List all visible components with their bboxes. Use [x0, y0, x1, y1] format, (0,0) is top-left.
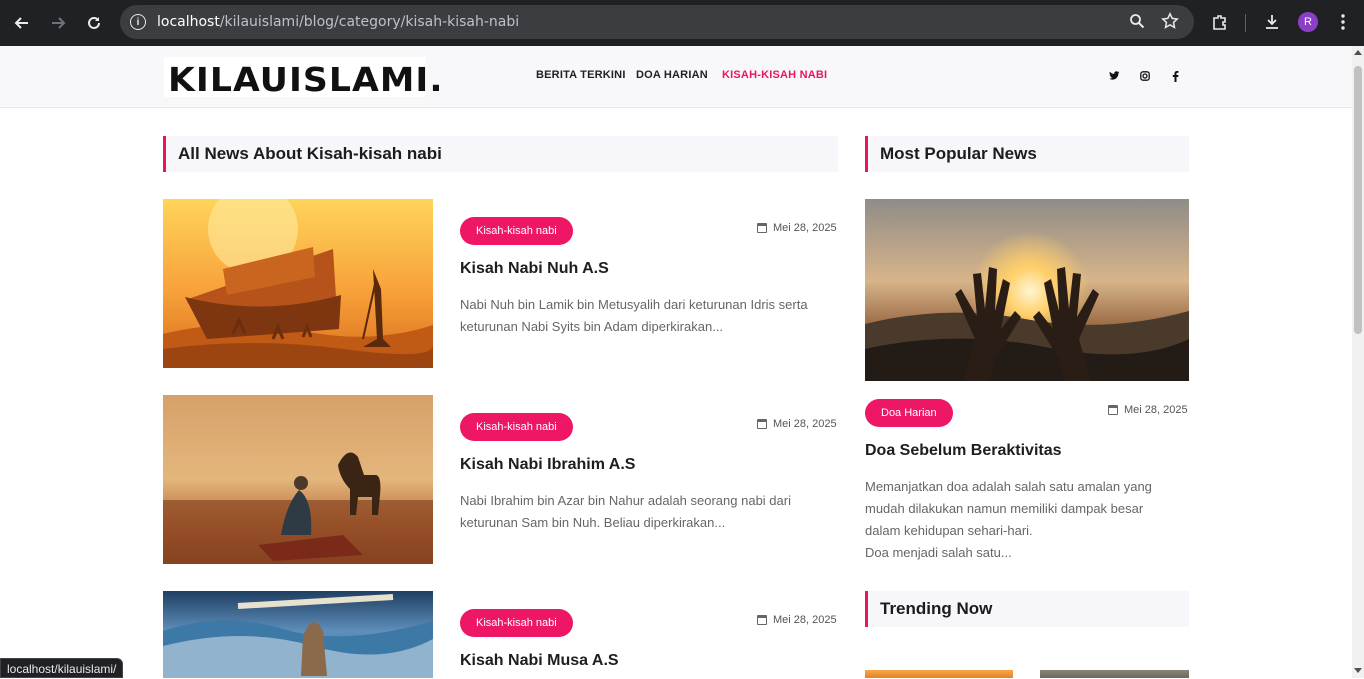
trending-thumbnail[interactable]: [865, 670, 1013, 678]
scroll-down-icon[interactable]: [1354, 668, 1362, 673]
post-date-text: Mei 28, 2025: [773, 614, 837, 626]
section-title: All News About Kisah-kisah nabi: [178, 144, 442, 163]
category-badge[interactable]: Kisah-kisah nabi: [460, 413, 573, 441]
back-icon[interactable]: [10, 11, 34, 35]
popular-post-title[interactable]: Doa Sebelum Beraktivitas: [865, 442, 1062, 460]
site-logo[interactable]: KILAUISLAMI.: [164, 57, 443, 99]
post-date: Mei 28, 2025: [1108, 404, 1188, 416]
zoom-icon[interactable]: [1129, 13, 1145, 34]
url-text[interactable]: localhost/kilauislami/blog/category/kisa…: [157, 14, 519, 30]
scrollbar-thumb[interactable]: [1354, 66, 1362, 334]
status-bar-url: localhost/kilauislami/: [0, 658, 124, 678]
url-path: /kilauislami/blog/category/kisah-kisah-n…: [219, 14, 520, 30]
menu-kebab-icon[interactable]: [1336, 13, 1350, 36]
excerpt-line: mudah dilakukan namun memiliki dampak be…: [865, 501, 1144, 516]
site-info-icon[interactable]: i: [130, 14, 146, 30]
section-title: Trending Now: [880, 599, 993, 618]
category-badge[interactable]: Kisah-kisah nabi: [460, 217, 573, 245]
post-thumbnail-musa[interactable]: [163, 591, 433, 678]
section-header-all-news: All News About Kisah-kisah nabi: [163, 136, 838, 172]
section-header-most-popular: Most Popular News: [865, 136, 1189, 172]
toolbar-divider: [1245, 14, 1246, 32]
excerpt-line: Nabi Ibrahim bin Azar bin Nahur adalah s…: [460, 493, 791, 508]
calendar-icon: [757, 615, 767, 625]
excerpt-line: Memanjatkan doa adalah salah satu amalan…: [865, 479, 1152, 494]
site-header: KILAUISLAMI. BERITA TERKINI DOA HARIAN K…: [0, 46, 1352, 108]
section-title: Most Popular News: [880, 144, 1037, 163]
scroll-up-icon[interactable]: [1354, 50, 1362, 55]
logo-text: KILAUISLAMI.: [168, 60, 444, 99]
browser-toolbar: i localhost/kilauislami/blog/category/ki…: [0, 0, 1364, 46]
post-title[interactable]: Kisah Nabi Nuh A.S: [460, 260, 609, 278]
post-date-text: Mei 28, 2025: [1124, 404, 1188, 416]
excerpt-line: keturunan Nabi Syits bin Adam diperkirak…: [460, 319, 724, 334]
page-scrollbar[interactable]: [1352, 46, 1364, 678]
post-excerpt: Nabi Ibrahim bin Azar bin Nahur adalah s…: [460, 490, 791, 534]
address-bar[interactable]: i localhost/kilauislami/blog/category/ki…: [120, 5, 1194, 39]
category-badge[interactable]: Doa Harian: [865, 399, 953, 427]
nav-kisah-kisah-nabi[interactable]: KISAH-KISAH NABI: [722, 69, 827, 81]
post-date: Mei 28, 2025: [757, 418, 837, 430]
trending-thumbnail[interactable]: [1040, 670, 1189, 678]
post-title[interactable]: Kisah Nabi Musa A.S: [460, 652, 619, 670]
section-header-trending: Trending Now: [865, 591, 1189, 627]
download-icon[interactable]: [1263, 13, 1281, 36]
popular-post-excerpt: Memanjatkan doa adalah salah satu amalan…: [865, 476, 1152, 564]
web-page: KILAUISLAMI. BERITA TERKINI DOA HARIAN K…: [0, 46, 1352, 678]
excerpt-line: Doa menjadi salah satu...: [865, 545, 1012, 560]
nav-doa-harian[interactable]: DOA HARIAN: [636, 69, 708, 81]
calendar-icon: [1108, 405, 1118, 415]
extensions-icon[interactable]: [1211, 13, 1229, 36]
post-date: Mei 28, 2025: [757, 222, 837, 234]
category-badge[interactable]: Kisah-kisah nabi: [460, 609, 573, 637]
twitter-icon[interactable]: [1107, 69, 1121, 83]
url-host: localhost: [157, 14, 220, 30]
post-date-text: Mei 28, 2025: [773, 418, 837, 430]
post-thumbnail-nuh[interactable]: [163, 199, 433, 368]
calendar-icon: [757, 419, 767, 429]
profile-avatar[interactable]: R: [1298, 12, 1318, 32]
post-date-text: Mei 28, 2025: [773, 222, 837, 234]
bookmark-star-icon[interactable]: [1161, 12, 1179, 35]
excerpt-line: keturunan Sam bin Nuh. Beliau diperkirak…: [460, 515, 726, 530]
calendar-icon: [757, 223, 767, 233]
post-thumbnail-ibrahim[interactable]: [163, 395, 433, 564]
post-title[interactable]: Kisah Nabi Ibrahim A.S: [460, 456, 635, 474]
facebook-icon[interactable]: [1168, 69, 1182, 83]
post-date: Mei 28, 2025: [757, 614, 837, 626]
reload-icon[interactable]: [82, 11, 106, 35]
excerpt-line: Nabi Nuh bin Lamik bin Metusyalih dari k…: [460, 297, 808, 312]
post-excerpt: Nabi Nuh bin Lamik bin Metusyalih dari k…: [460, 294, 808, 338]
excerpt-line: dalam kehidupan sehari-hari.: [865, 523, 1033, 538]
popular-post-thumbnail[interactable]: [865, 199, 1189, 381]
nav-berita-terkini[interactable]: BERITA TERKINI: [536, 69, 626, 81]
forward-icon[interactable]: [46, 11, 70, 35]
instagram-icon[interactable]: [1138, 69, 1152, 83]
